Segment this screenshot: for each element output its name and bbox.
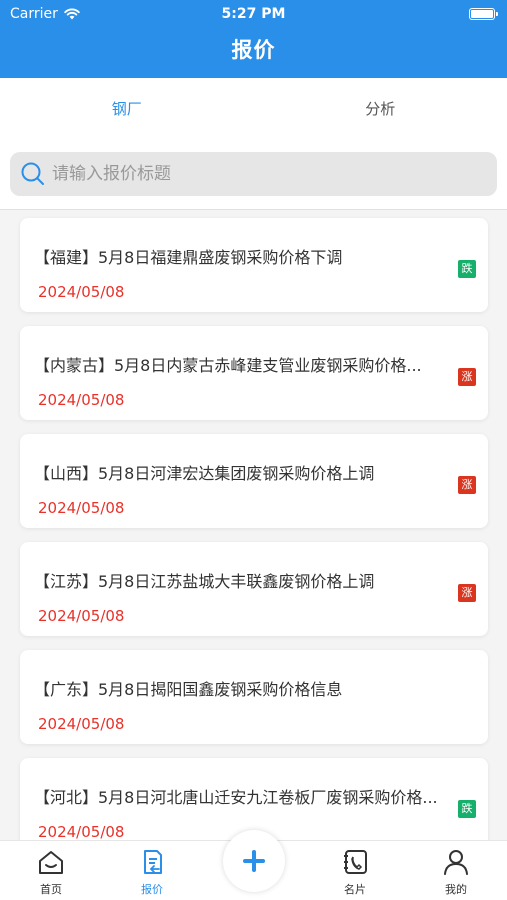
price-down-badge: 跌 <box>458 800 476 818</box>
tabbar-item-home[interactable]: 首页 <box>21 849 81 897</box>
quote-card[interactable]: 【河北】5月8日河北唐山迁安九江卷板厂废钢采购价格... 2024/05/08 … <box>20 758 488 840</box>
tabbar-label: 名片 <box>344 883 366 896</box>
quote-title: 【福建】5月8日福建鼎盛废钢采购价格下调 <box>34 248 343 267</box>
quote-date: 2024/05/08 <box>38 607 125 625</box>
quote-date: 2024/05/08 <box>38 715 125 733</box>
quote-title: 【山西】5月8日河津宏达集团废钢采购价格上调 <box>34 464 375 483</box>
quote-title: 【江苏】5月8日江苏盐城大丰联鑫废钢价格上调 <box>34 572 375 591</box>
business-card-phone-icon <box>344 850 367 874</box>
add-button[interactable] <box>223 830 285 892</box>
quote-card[interactable]: 【福建】5月8日福建鼎盛废钢采购价格下调 2024/05/08 跌 <box>20 218 488 312</box>
quote-title: 【内蒙古】5月8日内蒙古赤峰建支管业废钢采购价格... <box>34 356 422 375</box>
quote-date: 2024/05/08 <box>38 499 125 517</box>
search-bar[interactable] <box>10 152 497 196</box>
price-up-badge: 涨 <box>458 368 476 386</box>
user-icon <box>444 850 468 875</box>
quote-card[interactable]: 【山西】5月8日河津宏达集团废钢采购价格上调 2024/05/08 涨 <box>20 434 488 528</box>
search-section <box>0 140 507 210</box>
search-icon <box>21 162 44 185</box>
tab-analysis[interactable]: 分析 <box>254 78 507 140</box>
status-time: 5:27 PM <box>221 6 286 22</box>
app-header: Carrier 5:27 PM 报价 <box>0 0 507 78</box>
battery-icon <box>469 8 498 20</box>
quote-doc-icon <box>144 850 162 874</box>
quote-card[interactable]: 【广东】5月8日揭阳国鑫废钢采购价格信息 2024/05/08 <box>20 650 488 744</box>
quote-date: 2024/05/08 <box>38 823 125 840</box>
tabbar-label: 报价 <box>141 883 163 896</box>
segment-tabs: 钢厂 分析 <box>0 78 507 140</box>
home-icon <box>39 851 63 874</box>
tab-steel-mill[interactable]: 钢厂 <box>0 78 254 140</box>
tabbar-item-mine[interactable]: 我的 <box>426 849 486 897</box>
quote-title: 【广东】5月8日揭阳国鑫废钢采购价格信息 <box>34 680 343 699</box>
tabbar-label: 我的 <box>445 883 467 896</box>
price-up-badge: 涨 <box>458 476 476 494</box>
tabbar-item-card[interactable]: 名片 <box>325 849 385 897</box>
quote-title: 【河北】5月8日河北唐山迁安九江卷板厂废钢采购价格... <box>34 788 438 807</box>
price-up-badge: 涨 <box>458 584 476 602</box>
quote-card[interactable]: 【江苏】5月8日江苏盐城大丰联鑫废钢价格上调 2024/05/08 涨 <box>20 542 488 636</box>
quote-list: 【福建】5月8日福建鼎盛废钢采购价格下调 2024/05/08 跌 【内蒙古】5… <box>0 210 507 840</box>
page-title: 报价 <box>231 38 276 62</box>
status-bar: Carrier 5:27 PM <box>0 0 507 28</box>
quote-date: 2024/05/08 <box>38 283 125 301</box>
quote-card[interactable]: 【内蒙古】5月8日内蒙古赤峰建支管业废钢采购价格... 2024/05/08 涨 <box>20 326 488 420</box>
tabbar-item-quote[interactable]: 报价 <box>122 849 182 897</box>
search-input[interactable] <box>52 164 472 184</box>
tabbar-label: 首页 <box>40 883 62 896</box>
quote-date: 2024/05/08 <box>38 391 125 409</box>
price-down-badge: 跌 <box>458 260 476 278</box>
